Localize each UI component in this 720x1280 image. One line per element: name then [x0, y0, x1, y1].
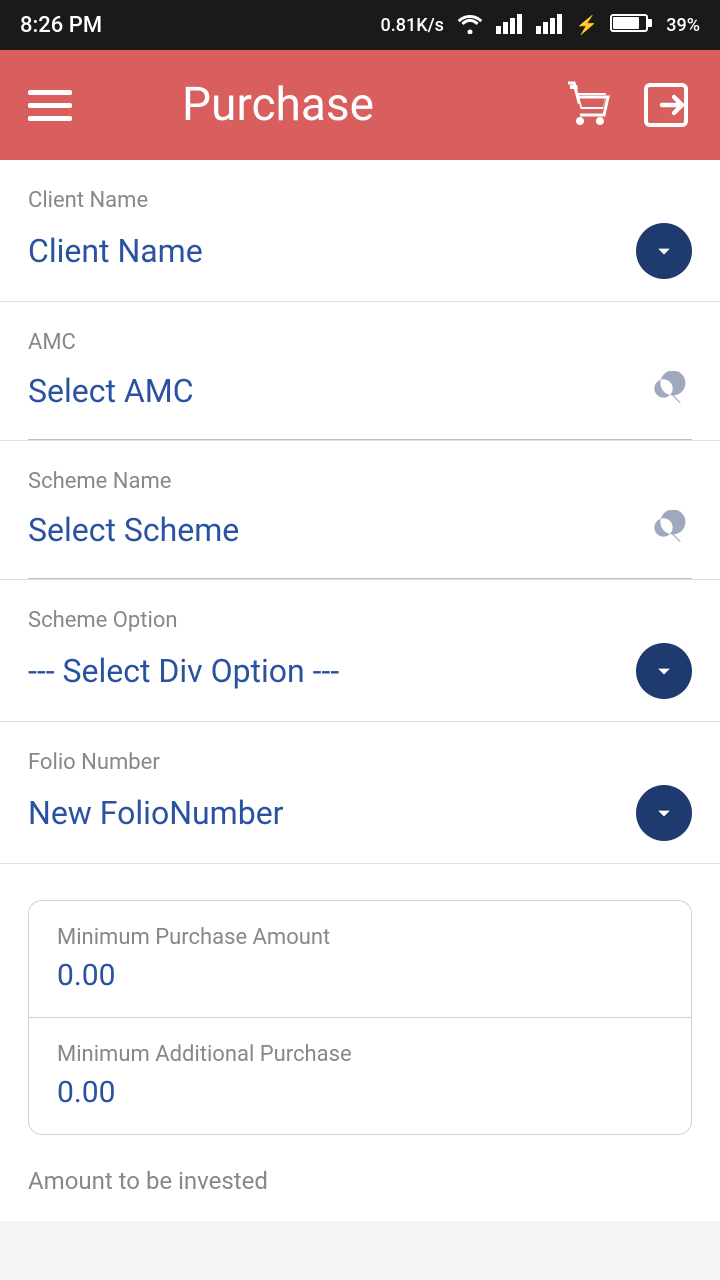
scheme-name-row: Select Scheme — [28, 504, 692, 578]
min-purchase-label: Minimum Purchase Amount — [57, 925, 663, 950]
battery-percent: 39% — [666, 15, 700, 36]
client-name-dropdown[interactable] — [636, 223, 692, 279]
min-additional-purchase-label: Minimum Additional Purchase — [57, 1042, 663, 1067]
charging-icon: ⚡ — [576, 15, 598, 36]
client-name-group: Client Name Client Name — [0, 160, 720, 302]
scheme-option-group: Scheme Option --- Select Div Option --- — [0, 580, 720, 722]
amc-row: Select AMC — [28, 365, 692, 439]
scheme-option-row: --- Select Div Option --- — [28, 643, 692, 721]
min-purchase-value: 0.00 — [57, 958, 663, 993]
top-bar: Purchase — [0, 50, 720, 160]
signal-icon-2 — [536, 12, 564, 39]
client-name-value: Client Name — [28, 232, 203, 270]
client-name-row: Client Name — [28, 223, 692, 301]
folio-number-dropdown[interactable] — [636, 785, 692, 841]
network-speed: 0.81K/s — [381, 15, 444, 36]
battery-icon — [610, 12, 654, 39]
wifi-icon — [456, 12, 484, 39]
page-title: Purchase — [0, 78, 564, 132]
scheme-name-group: Scheme Name Select Scheme — [0, 441, 720, 580]
scheme-name-placeholder: Select Scheme — [28, 511, 239, 549]
amount-label: Amount to be invested — [28, 1167, 692, 1195]
scheme-name-search-button[interactable] — [640, 504, 692, 556]
folio-number-value: New FolioNumber — [28, 794, 284, 832]
min-additional-purchase-row: Minimum Additional Purchase 0.00 — [29, 1017, 691, 1134]
amc-search-button[interactable] — [640, 365, 692, 417]
folio-number-group: Folio Number New FolioNumber — [0, 722, 720, 864]
status-right: 0.81K/s — [381, 12, 701, 39]
min-purchase-row: Minimum Purchase Amount 0.00 — [29, 901, 691, 1017]
scheme-name-label: Scheme Name — [28, 469, 692, 494]
amount-section: Amount to be invested — [0, 1135, 720, 1221]
scheme-option-value: --- Select Div Option --- — [28, 652, 339, 690]
client-name-label: Client Name — [28, 188, 692, 213]
info-card: Minimum Purchase Amount 0.00 Minimum Add… — [28, 900, 692, 1135]
min-additional-purchase-value: 0.00 — [57, 1075, 663, 1110]
amc-placeholder: Select AMC — [28, 372, 194, 410]
cart-button[interactable] — [564, 79, 616, 131]
form-content: Client Name Client Name AMC Select AMC S… — [0, 160, 720, 1221]
top-bar-actions — [564, 79, 692, 131]
exit-button[interactable] — [640, 79, 692, 131]
status-bar: 8:26 PM 0.81K/s — [0, 0, 720, 50]
scheme-option-dropdown[interactable] — [636, 643, 692, 699]
status-time: 8:26 PM — [20, 13, 102, 38]
signal-icon — [496, 12, 524, 39]
scheme-option-label: Scheme Option — [28, 608, 692, 633]
amc-group: AMC Select AMC — [0, 302, 720, 441]
amc-label: AMC — [28, 330, 692, 355]
folio-number-label: Folio Number — [28, 750, 692, 775]
folio-number-row: New FolioNumber — [28, 785, 692, 863]
